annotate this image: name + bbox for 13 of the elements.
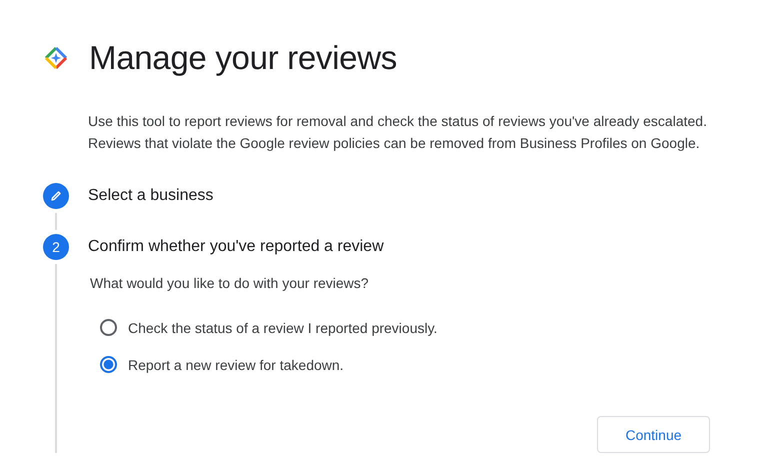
step-title: Confirm whether you've reported a review [88, 237, 385, 257]
page-title: Manage your reviews [89, 38, 397, 78]
radio-button[interactable] [100, 356, 117, 373]
option-label[interactable]: Check the status of a review I reported previously. [128, 320, 438, 336]
continue-button[interactable]: Continue [597, 416, 710, 453]
description-text: Use this tool to report reviews for removal and check the status of reviews you've already escalated. Reviews that violate the Google review policies can be removed from Business Profiles on Google. [88, 112, 708, 153]
edit-icon [43, 183, 69, 209]
radio-button[interactable] [100, 319, 117, 336]
logo-icon [44, 46, 68, 70]
question-text: What would you like to do with your reviews? [90, 275, 370, 291]
step-title: Select a business [88, 186, 214, 206]
step-number: 2 [43, 234, 69, 260]
option-label[interactable]: Report a new review for takedown. [128, 356, 344, 372]
